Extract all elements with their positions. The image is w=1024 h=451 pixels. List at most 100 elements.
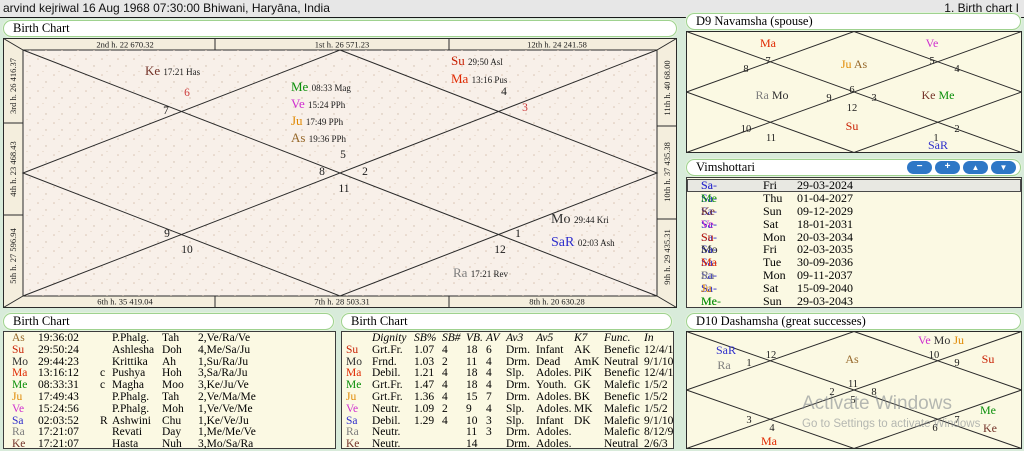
planet-table-title: Birth Chart xyxy=(3,313,334,330)
house-number: 3 xyxy=(871,93,876,104)
dasha-row[interactable]: Sa- Me Thu 01-04-2027 xyxy=(687,190,1021,205)
planet-code: Ju xyxy=(12,390,23,403)
dasha-row[interactable]: Sa- Ra Mon 09-11-2037 xyxy=(687,269,1021,282)
dignity: Neutr. xyxy=(372,402,401,415)
functional-nature: Benefic xyxy=(604,390,640,403)
syllable: Doh xyxy=(162,343,182,356)
vimshottari-dasha-table[interactable]: Sa- Sa Fri 29-03-2024 Sa- Me Thu 01-04-2027 Sa- K… xyxy=(686,177,1022,308)
dasha-row[interactable]: Sa- Ju Sat 15-09-2040 xyxy=(687,282,1021,295)
sb-num: 4 xyxy=(442,390,448,403)
dasha-row[interactable]: Sa- Sa Fri 29-03-2024 xyxy=(687,179,1021,192)
house-number: 5 xyxy=(850,395,855,406)
planet-label: Ve Mo Ju xyxy=(918,333,964,347)
dasha-date: 29-03-2024 xyxy=(797,178,853,192)
house-number: 6 xyxy=(184,87,190,99)
cusp-label: 3rd h. 26 416.37 xyxy=(8,58,18,114)
d9-title: D9 Navamsha (spouse) xyxy=(686,13,1021,30)
vb: 9 xyxy=(466,402,472,415)
plus-button[interactable]: + xyxy=(935,161,960,174)
cusp-label: 12th h. 24 241.58 xyxy=(527,40,587,50)
house-number: 1 xyxy=(933,133,938,144)
flag: R xyxy=(100,414,108,427)
house-number: 2 xyxy=(362,166,368,178)
longitude: 17:49:43 xyxy=(38,390,79,403)
planet-positions-table: As 19:36:02 P.Phalg. Tah 2,Ve/Ra/Ve Su 29:50:2… xyxy=(3,331,336,451)
dasha-weekday: Thu xyxy=(763,190,783,205)
planet-label: Mo 29:44 Kri xyxy=(551,212,609,227)
dasha-row[interactable]: Me- Me Sun 29-03-2043 xyxy=(687,295,1021,308)
dasha-weekday: Fri xyxy=(763,178,778,192)
house-number: 9 xyxy=(954,358,959,369)
syllable: Nuh xyxy=(162,438,182,451)
house-number: 2 xyxy=(829,387,834,398)
dignity-row: Su Grt.Fr. 1.07 4 18 6 Drm. Infant AK Benefic 12/4… xyxy=(342,343,674,357)
av3: Drm. xyxy=(506,343,530,356)
sb-pct: 1.36 xyxy=(414,390,435,403)
nakshatra: Hasta xyxy=(112,438,139,451)
av: 4 xyxy=(486,402,492,415)
dasha-date: 01-04-2027 xyxy=(797,190,853,205)
planet-label: Su xyxy=(982,352,995,366)
functional-nature: Benefic xyxy=(604,343,640,356)
planet-label: Su xyxy=(846,119,859,133)
planet-label: As xyxy=(845,352,859,366)
dignity-table-title: Birth Chart xyxy=(341,313,672,330)
k7: MK xyxy=(574,402,593,415)
cusp-label: 9th h. 29 435.31 xyxy=(662,229,672,285)
dasha-row[interactable]: Sa- Ve Sat 18-01-2031 xyxy=(687,217,1021,231)
dasha-row[interactable]: Sa- Su Mon 20-03-2034 xyxy=(687,230,1021,244)
dignity-row: Ju Grt.Fr. 1.36 4 15 7 Drm. Adoles. BK Benefic 1/5… xyxy=(342,390,673,404)
planet-code: Ke xyxy=(346,438,360,451)
planet-code: Ke xyxy=(12,438,26,451)
native-data-text: arvind kejriwal 16 Aug 1968 07:30:00 Bhi… xyxy=(3,1,330,15)
dasha-row[interactable]: Sa- Ma Tue 30-09-2036 xyxy=(687,256,1021,269)
dasha-row[interactable]: Sa- Mo Fri 02-03-2035 xyxy=(687,243,1021,256)
up-button[interactable]: ▲ xyxy=(963,161,988,174)
minus-button[interactable]: − xyxy=(907,161,932,174)
cusp-label: 11th h. 40 68.00 xyxy=(662,60,672,115)
dasha-nav-buttons: − + ▲ ▼ xyxy=(904,161,1016,175)
av3: Slp. xyxy=(506,402,525,415)
k7: BK xyxy=(574,390,590,403)
longitude: 29:50:24 xyxy=(38,343,79,356)
cusp-label: 8th h. 20 630.28 xyxy=(529,297,585,307)
planet-label: Ra Mo xyxy=(755,88,788,102)
av3: Drm. xyxy=(506,390,530,403)
av5: Infant xyxy=(536,343,564,356)
house-number: 10 xyxy=(741,124,752,135)
planet-label: Ke Me xyxy=(922,88,955,102)
birth-chart-title: Birth Chart xyxy=(3,20,677,37)
d9-navamsha-chart[interactable]: Ma VeJu AsRa Mo Ke MeSuSaR785469 3121011 12 xyxy=(686,31,1022,153)
down-button[interactable]: ▼ xyxy=(991,161,1016,174)
birth-chart-north-indian[interactable]: 2nd h. 22 670.32 1st h. 26 571.23 12th h. … xyxy=(3,38,677,308)
dasha-weekday: Sun xyxy=(763,294,782,309)
house-lords: 3,Mo/Sa/Ra xyxy=(198,438,254,451)
house-lords: 2,Ve/Ma/Me xyxy=(198,390,256,403)
in: 12/4/1 xyxy=(644,343,674,356)
dignity: Neutr. xyxy=(372,438,401,451)
house-number: 6 xyxy=(849,85,854,96)
planet-label: SaR 02:03 Ash xyxy=(551,235,615,250)
planet-label: Ra xyxy=(717,358,731,372)
sb-pct: 1.09 xyxy=(414,402,435,415)
planet-code: Ve xyxy=(12,402,25,415)
planet-row: Ve 15:24:56 P.Phalg. Moh 1,Ve/Ve/Me xyxy=(4,402,335,416)
house-number: 9 xyxy=(826,93,831,104)
house-number: 7 xyxy=(163,105,169,117)
house-number: 5 xyxy=(929,56,934,67)
cusp-label: 10th h. 37 435.38 xyxy=(662,142,672,202)
av: 3 xyxy=(486,426,492,439)
av5: Adoles. xyxy=(536,390,572,403)
house-number: 11 xyxy=(766,133,776,144)
planet-label: Ma xyxy=(761,434,778,448)
house-number: 1 xyxy=(515,228,521,240)
longitude: 17:21:07 xyxy=(38,438,79,451)
planet-label: Me xyxy=(980,403,996,417)
cusp-label: 2nd h. 22 670.32 xyxy=(96,40,153,50)
vb: 15 xyxy=(466,390,478,403)
dasha-date: 29-03-2043 xyxy=(797,294,853,309)
dasha-row[interactable]: Sa- Ke Sun 09-12-2029 xyxy=(687,204,1021,218)
in: 2/6/3 xyxy=(644,438,668,451)
functional-nature: Neutral xyxy=(604,438,639,451)
d10-dashamsha-chart[interactable]: SaRRa AsVe Mo JuSuMeKeMa112 109112 8534 67 xyxy=(686,331,1022,449)
